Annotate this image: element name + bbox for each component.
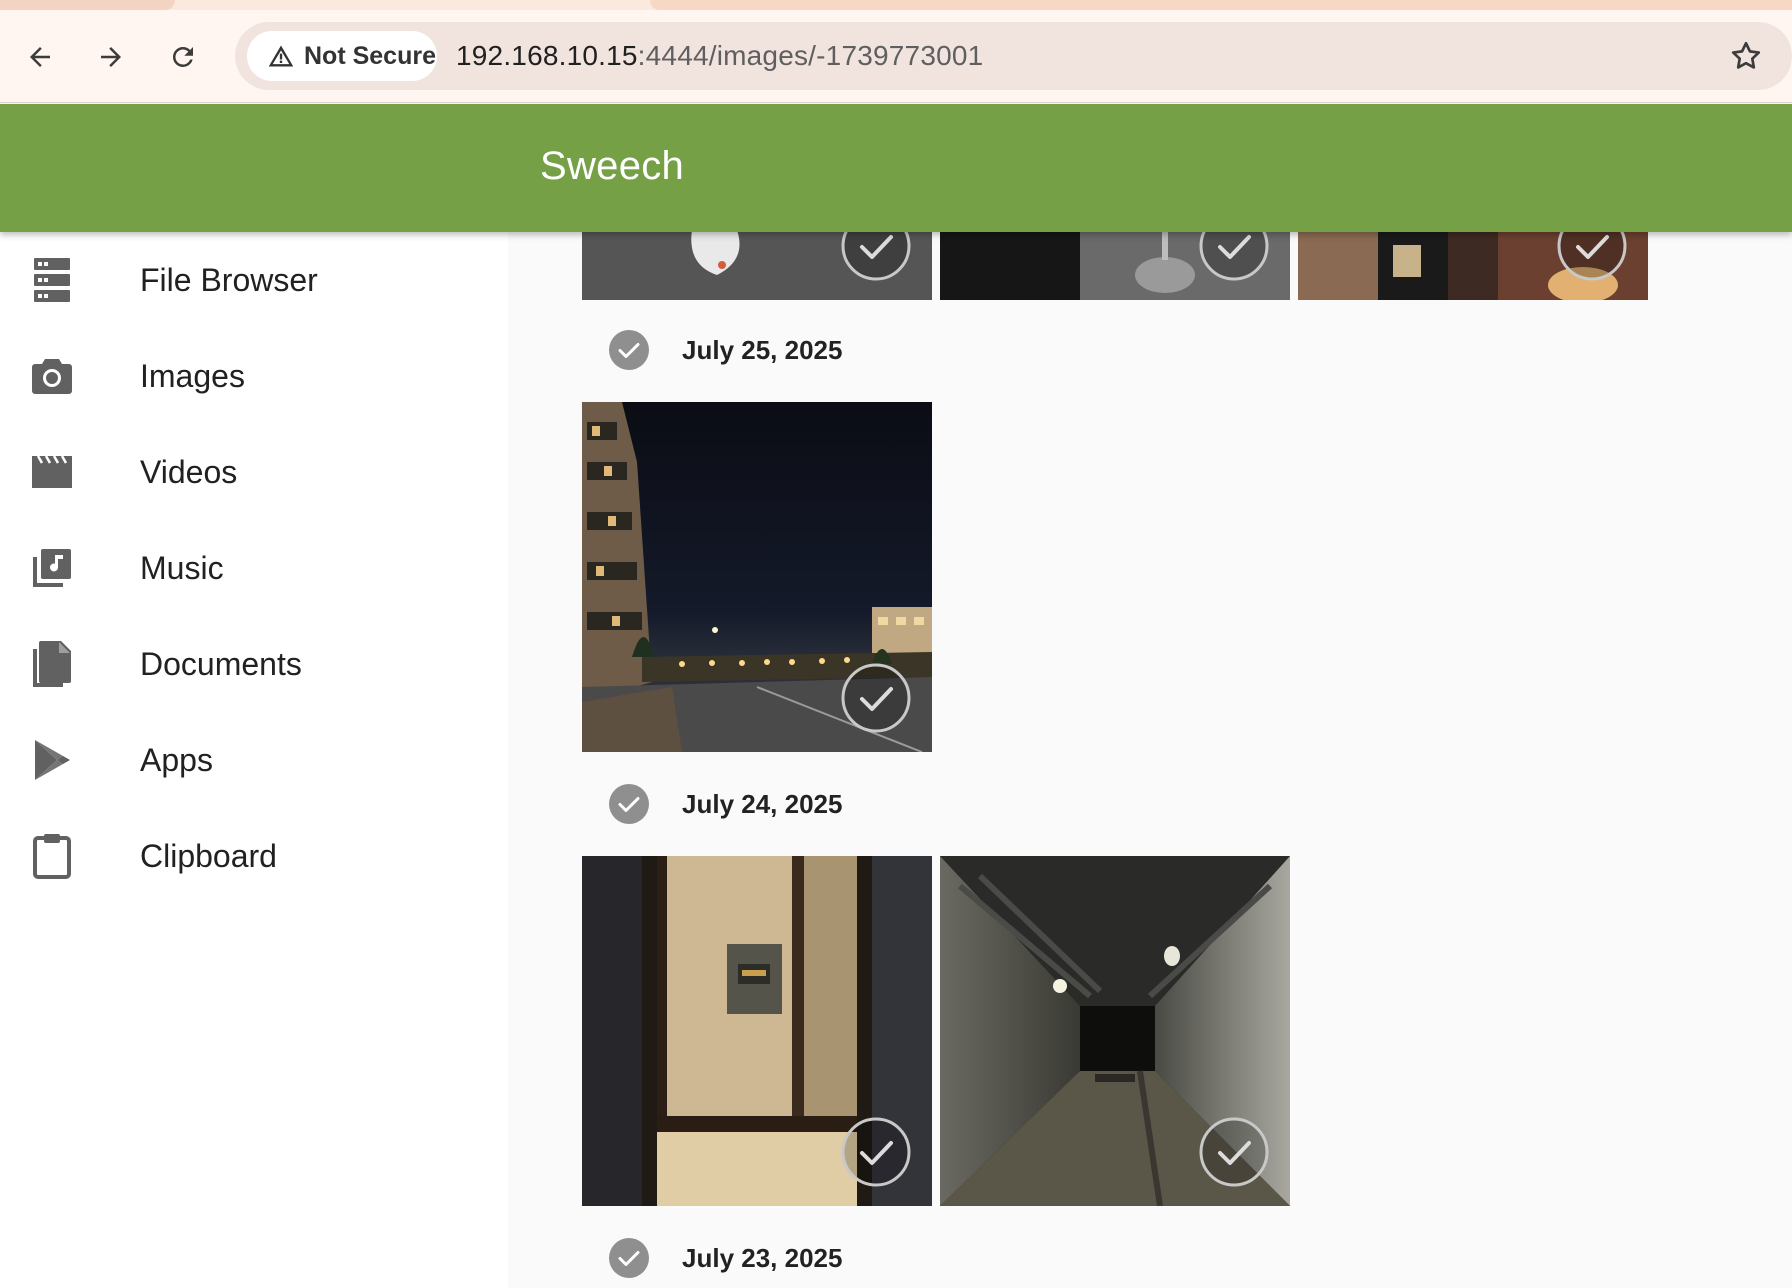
security-label: Not Secure xyxy=(304,41,436,70)
url-host: 192.168.10.15 xyxy=(456,40,638,71)
select-check-icon[interactable] xyxy=(840,232,912,282)
reload-button[interactable] xyxy=(163,37,203,77)
back-button[interactable] xyxy=(20,37,60,77)
clipboard-icon xyxy=(30,834,74,879)
nav-item-label: Apps xyxy=(140,741,213,778)
group-select-check-icon[interactable] xyxy=(608,329,650,371)
browser-tab[interactable] xyxy=(650,0,1792,10)
nav-item-apps[interactable]: Apps xyxy=(0,712,508,808)
app-title: Sweech xyxy=(540,144,685,188)
arrow-right-icon xyxy=(101,47,121,67)
nav-item-label: Documents xyxy=(140,645,302,682)
camera-icon xyxy=(30,354,74,398)
image-gallery: July 25, 2025 July 24, 2025 July 23, 202… xyxy=(508,232,1792,1288)
select-check-icon[interactable] xyxy=(1198,232,1270,282)
nav-item-file-browser[interactable]: File Browser xyxy=(0,232,508,328)
date-label: July 23, 2025 xyxy=(682,1242,843,1273)
url-path: :4444/images/-1739773001 xyxy=(637,40,984,71)
documents-icon xyxy=(30,641,74,687)
photo-thumbnail[interactable] xyxy=(1298,232,1648,300)
photo-thumbnail[interactable] xyxy=(582,856,932,1206)
nav-item-documents[interactable]: Documents xyxy=(0,616,508,712)
browser-toolbar: Not Secure 192.168.10.15:4444/images/-17… xyxy=(0,10,1792,103)
address-bar[interactable]: Not Secure 192.168.10.15:4444/images/-17… xyxy=(235,22,1792,90)
photo-thumbnail[interactable] xyxy=(940,232,1290,300)
group-select-check-icon[interactable] xyxy=(608,783,650,825)
site-security-chip[interactable]: Not Secure xyxy=(247,31,437,81)
date-group-header[interactable]: July 24, 2025 xyxy=(508,776,1008,832)
select-check-icon[interactable] xyxy=(1556,232,1628,282)
app-bar: Sweech xyxy=(0,104,1792,232)
nav-item-label: Clipboard xyxy=(140,837,277,874)
play-store-icon xyxy=(30,738,74,782)
date-label: July 25, 2025 xyxy=(682,334,843,365)
nav-item-label: Music xyxy=(140,549,224,586)
date-label: July 24, 2025 xyxy=(682,788,843,819)
photo-thumbnail[interactable] xyxy=(582,402,932,752)
photo-thumbnail[interactable] xyxy=(582,232,932,300)
nav-item-music[interactable]: Music xyxy=(0,520,508,616)
nav-item-images[interactable]: Images xyxy=(0,328,508,424)
reload-icon xyxy=(172,46,193,67)
clapperboard-icon xyxy=(30,450,74,494)
warning-icon xyxy=(268,45,294,67)
browser-tab[interactable] xyxy=(0,0,175,10)
url-text[interactable]: 192.168.10.15:4444/images/-1739773001 xyxy=(456,22,983,90)
browser-tab-strip xyxy=(0,0,1792,10)
nav-item-label: Videos xyxy=(140,453,238,490)
nav-item-clipboard[interactable]: Clipboard xyxy=(0,808,508,904)
select-check-icon[interactable] xyxy=(840,662,912,734)
date-group-header[interactable]: July 25, 2025 xyxy=(508,322,1008,378)
select-check-icon[interactable] xyxy=(1198,1116,1270,1188)
arrow-left-icon xyxy=(30,47,50,67)
navigation-drawer: File Browser Images Videos Music Documen… xyxy=(0,232,508,1288)
photo-thumbnail[interactable] xyxy=(940,856,1290,1206)
nav-item-label: Images xyxy=(140,357,245,394)
music-library-icon xyxy=(30,546,74,590)
nav-item-label: File Browser xyxy=(140,261,318,298)
storage-icon xyxy=(30,258,74,302)
forward-button[interactable] xyxy=(91,37,131,77)
select-check-icon[interactable] xyxy=(840,1116,912,1188)
date-group-header[interactable]: July 23, 2025 xyxy=(508,1230,1008,1286)
group-select-check-icon[interactable] xyxy=(608,1237,650,1279)
bookmark-star-icon[interactable] xyxy=(1728,38,1764,74)
nav-item-videos[interactable]: Videos xyxy=(0,424,508,520)
